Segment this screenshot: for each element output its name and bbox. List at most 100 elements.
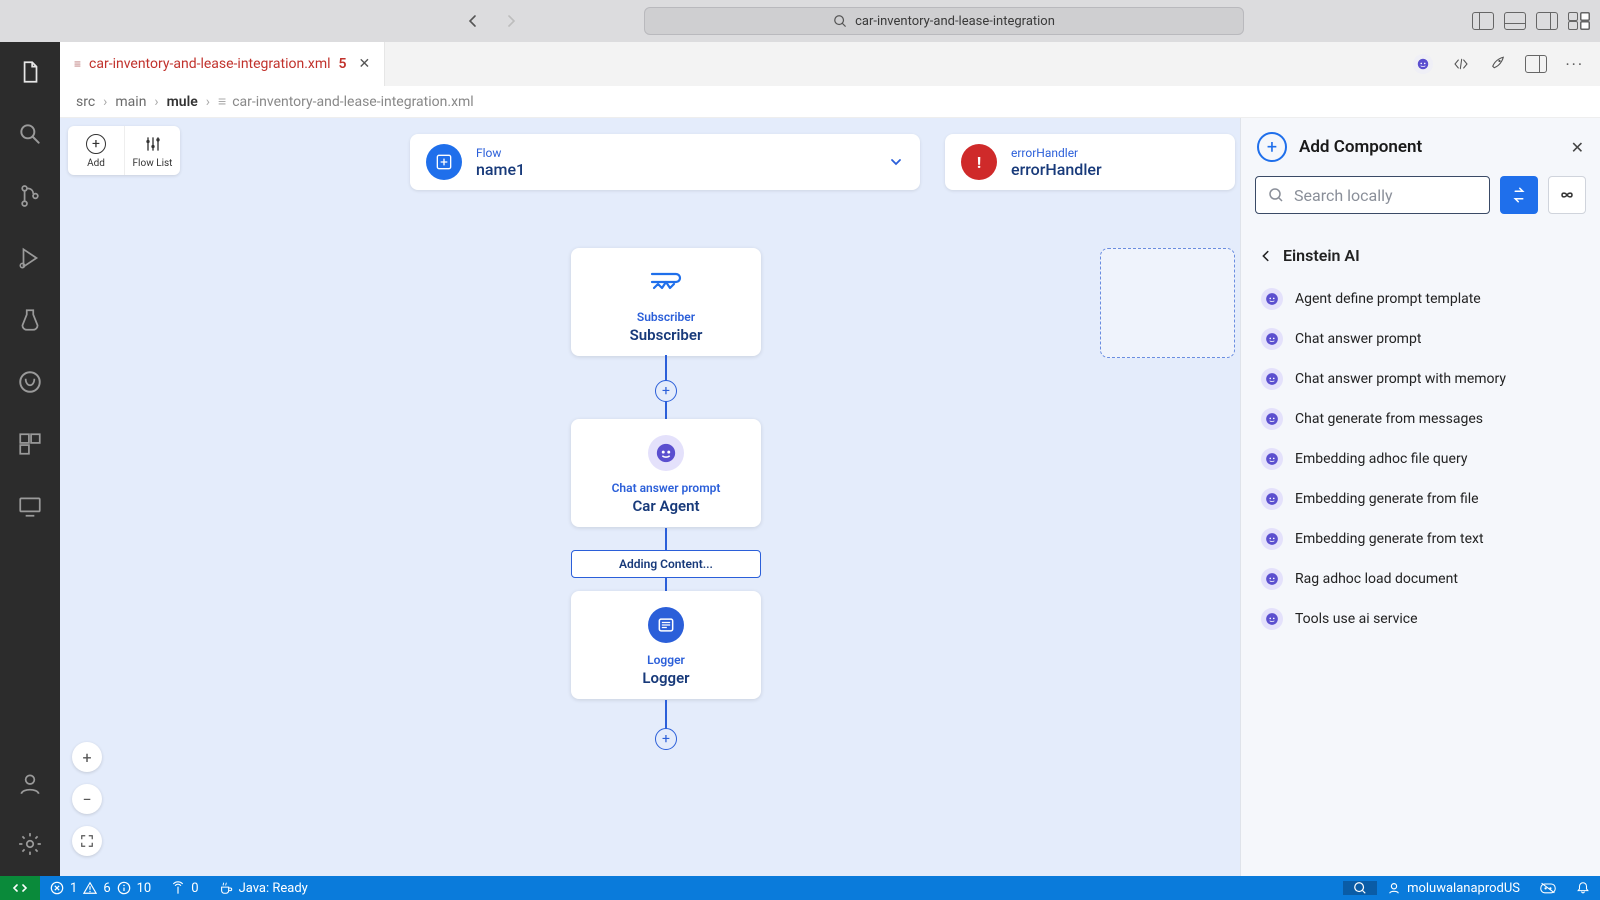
einstein-ai-icon[interactable]	[1413, 54, 1433, 74]
breadcrumb-part[interactable]: src	[76, 94, 95, 110]
error-count: 1	[70, 881, 77, 896]
component-item[interactable]: Tools use ai service	[1259, 599, 1582, 639]
flow-canvas[interactable]: + Add Flow List Flow name1	[60, 118, 1600, 876]
file-icon: ≡	[74, 57, 81, 71]
code-view-icon[interactable]	[1451, 56, 1471, 72]
toggle-left-panel-icon[interactable]	[1472, 12, 1494, 30]
close-icon[interactable]: ✕	[1571, 138, 1584, 157]
filter-infinity-button[interactable]	[1548, 176, 1586, 214]
drop-target[interactable]	[1100, 248, 1235, 358]
node-type: Subscriber	[581, 310, 751, 324]
breadcrumb[interactable]: src › main › mule › ≡ car-inventory-and-…	[60, 86, 1600, 118]
panel-title: Add Component	[1299, 137, 1422, 157]
remote-indicator[interactable]	[0, 876, 40, 900]
component-item[interactable]: Embedding adhoc file query	[1259, 439, 1582, 479]
breadcrumb-part[interactable]: mule	[167, 94, 198, 110]
component-label: Embedding adhoc file query	[1295, 451, 1467, 467]
component-label: Agent define prompt template	[1295, 291, 1481, 307]
nav-forward-button[interactable]	[496, 6, 526, 36]
chevron-right-icon: ›	[206, 94, 210, 110]
activity-testing-icon[interactable]	[14, 304, 46, 336]
antenna-icon	[171, 881, 185, 895]
editor-tab[interactable]: ≡ car-inventory-and-lease-integration.xm…	[60, 42, 385, 86]
chevron-left-icon	[1259, 249, 1273, 263]
toggle-right-panel-icon[interactable]	[1536, 12, 1558, 30]
info-count: 10	[137, 881, 152, 896]
panel-back-button[interactable]: Einstein AI	[1259, 238, 1582, 279]
component-label: Chat answer prompt	[1295, 331, 1421, 347]
error-type-label: errorHandler	[1011, 146, 1102, 160]
component-item[interactable]: Chat answer prompt	[1259, 319, 1582, 359]
search-placeholder: Search locally	[1294, 186, 1393, 205]
chevron-down-icon[interactable]	[888, 154, 904, 170]
add-component-panel: + Add Component ✕ Search locally	[1240, 118, 1600, 876]
component-item[interactable]: Agent define prompt template	[1259, 279, 1582, 319]
einstein-icon	[1261, 288, 1283, 310]
plus-circle-icon: +	[1257, 132, 1287, 162]
activity-mule-icon[interactable]	[14, 366, 46, 398]
einstein-icon	[1261, 608, 1283, 630]
component-item[interactable]: Embedding generate from file	[1259, 479, 1582, 519]
activity-search-icon[interactable]	[14, 118, 46, 150]
error-handler-card[interactable]: ! errorHandler errorHandler	[945, 134, 1235, 190]
node-name: Logger	[581, 669, 751, 687]
canvas-toolbar: + Add Flow List	[68, 126, 180, 175]
component-label: Tools use ai service	[1295, 611, 1418, 627]
node-subscriber[interactable]: Subscriber Subscriber	[571, 248, 761, 356]
activity-account-icon[interactable]	[14, 768, 46, 800]
ports-count: 0	[191, 881, 198, 896]
activity-explorer-icon[interactable]	[14, 56, 46, 88]
ports-status[interactable]: 0	[161, 876, 208, 900]
breadcrumb-part[interactable]: main	[115, 94, 146, 110]
plus-icon: +	[86, 134, 106, 154]
more-actions-icon[interactable]: ···	[1565, 55, 1584, 74]
flow-header-card[interactable]: Flow name1	[410, 134, 920, 190]
copilot-status-icon[interactable]	[1530, 881, 1566, 895]
tab-strip: ≡ car-inventory-and-lease-integration.xm…	[60, 42, 1600, 86]
notifications-icon[interactable]	[1566, 881, 1600, 895]
zoom-fit-button[interactable]	[72, 826, 102, 856]
einstein-icon	[1261, 488, 1283, 510]
activity-extensions-icon[interactable]	[14, 428, 46, 460]
activity-settings-icon[interactable]	[14, 828, 46, 860]
breadcrumb-leaf[interactable]: ≡ car-inventory-and-lease-integration.xm…	[218, 93, 474, 110]
add-step-button[interactable]: +	[655, 380, 677, 402]
add-button[interactable]: + Add	[68, 126, 124, 175]
search-icon	[833, 14, 847, 28]
activity-remote-explorer-icon[interactable]	[14, 490, 46, 522]
file-icon: ≡	[218, 93, 226, 110]
zoom-in-button[interactable]: +	[72, 742, 102, 772]
component-item[interactable]: Rag adhoc load document	[1259, 559, 1582, 599]
filter-exchange-button[interactable]	[1500, 176, 1538, 214]
rocket-icon[interactable]	[1489, 55, 1507, 73]
node-logger[interactable]: Logger Logger	[571, 591, 761, 699]
component-item[interactable]: Chat answer prompt with memory	[1259, 359, 1582, 399]
problems-status[interactable]: 1 6 10	[40, 876, 161, 900]
nav-back-button[interactable]	[458, 6, 488, 36]
tab-close-icon[interactable]: ✕	[359, 56, 371, 72]
activity-bar	[0, 42, 60, 876]
subscriber-icon	[646, 262, 686, 302]
einstein-icon	[1261, 328, 1283, 350]
component-search-input[interactable]: Search locally	[1255, 176, 1490, 214]
add-step-button[interactable]: +	[655, 728, 677, 750]
status-search-icon[interactable]	[1343, 881, 1377, 895]
activity-source-control-icon[interactable]	[14, 180, 46, 212]
command-search[interactable]: car-inventory-and-lease-integration	[644, 7, 1244, 35]
zoom-controls: + −	[72, 742, 102, 856]
node-chat-answer-prompt[interactable]: Chat answer prompt Car Agent	[571, 419, 761, 527]
coffee-icon	[219, 881, 233, 895]
component-item[interactable]: Chat generate from messages	[1259, 399, 1582, 439]
toggle-bottom-panel-icon[interactable]	[1504, 12, 1526, 30]
activity-run-debug-icon[interactable]	[14, 242, 46, 274]
java-label: Java: Ready	[239, 881, 308, 896]
customize-layout-icon[interactable]	[1568, 12, 1590, 30]
flow-list-button[interactable]: Flow List	[124, 126, 180, 175]
account-status[interactable]: moluwalanaprodUS	[1377, 881, 1530, 896]
einstein-icon	[1261, 528, 1283, 550]
component-item[interactable]: Embedding generate from text	[1259, 519, 1582, 559]
split-editor-icon[interactable]	[1525, 55, 1547, 73]
zoom-out-button[interactable]: −	[72, 784, 102, 814]
java-status[interactable]: Java: Ready	[209, 876, 318, 900]
editor-area: ≡ car-inventory-and-lease-integration.xm…	[60, 42, 1600, 876]
